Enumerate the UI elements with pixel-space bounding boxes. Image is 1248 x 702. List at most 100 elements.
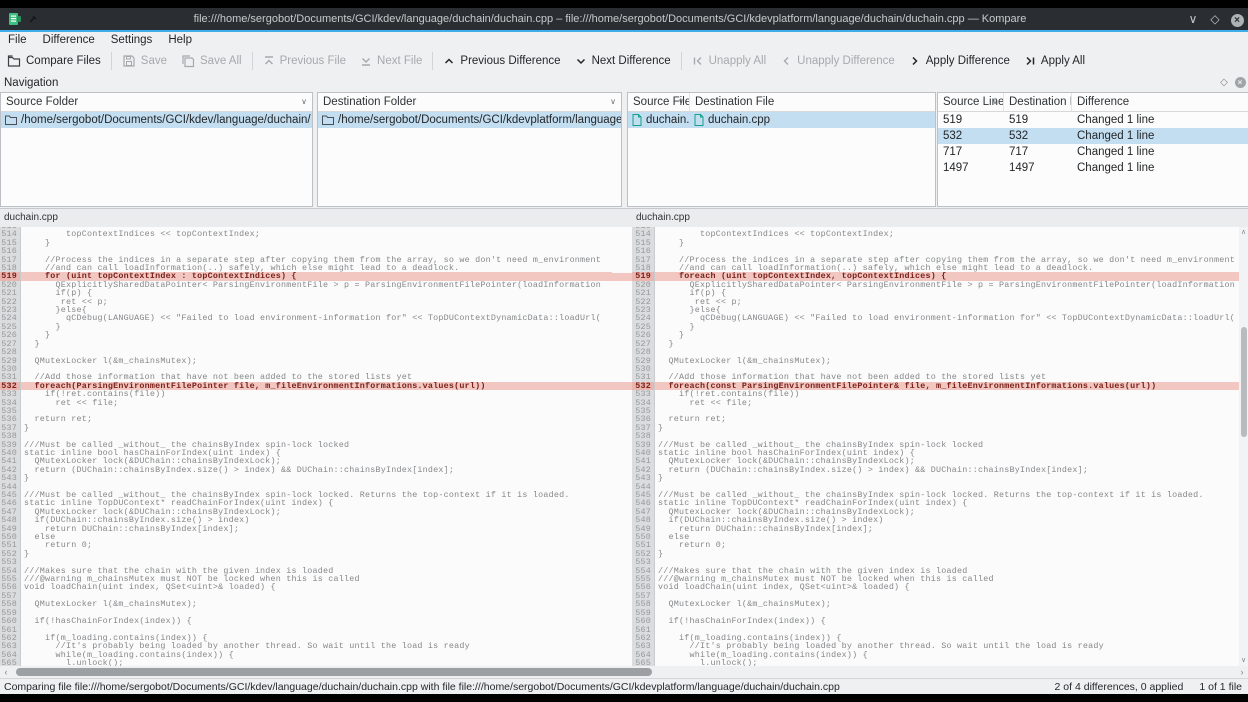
close-button[interactable]: ×	[1226, 10, 1248, 28]
code-text: static inline TopDUContext* readChainFor…	[655, 499, 1239, 507]
menu-item-file[interactable]: File	[0, 32, 35, 48]
difference-header[interactable]: Difference	[1072, 93, 1248, 111]
minimize-button[interactable]: ∨	[1182, 10, 1204, 28]
code-line-531: 531 //Add those information that have no…	[0, 373, 612, 381]
code-line-532[interactable]: 532 foreach(ParsingEnvironmentFilePointe…	[0, 382, 612, 390]
line-number: 539	[632, 441, 655, 449]
menu-item-settings[interactable]: Settings	[103, 32, 161, 48]
unapply-difference-button[interactable]: Unapply Difference	[773, 50, 902, 72]
line-number: 533	[0, 390, 21, 398]
code-line-543: 543}	[632, 474, 1239, 482]
line-number: 536	[0, 415, 21, 423]
difference-row-717[interactable]: 717717Changed 1 line	[938, 144, 1248, 160]
vertical-scrollbar-handle[interactable]	[1241, 327, 1247, 437]
code-line-540: 540static inline bool hasChainForIndex(u…	[632, 449, 1239, 457]
code-line-542: 542 return (DUChain::chainsByIndex.size(…	[632, 466, 1239, 474]
code-line-551: 551 return 0;	[632, 541, 1239, 549]
menu-item-difference[interactable]: Difference	[35, 32, 103, 48]
destination-folder-row[interactable]: /home/sergobot/Documents/GCI/kdevplatfor…	[318, 112, 621, 128]
apply-difference-button[interactable]: Apply Difference	[902, 50, 1017, 72]
code-line-519[interactable]: 519 for (uint topContextIndex : topConte…	[0, 272, 612, 280]
previous-file-button[interactable]: Previous File	[256, 50, 353, 72]
source-folder-list: Source Folder ∨ /home/sergobot/Documents…	[0, 92, 313, 207]
folder-icon	[322, 115, 334, 125]
source-folder-row[interactable]: /home/sergobot/Documents/GCI/kdev/langua…	[1, 112, 312, 128]
code-line-563: 563 //It's probably being loaded by anot…	[632, 642, 1239, 650]
code-line-521: 521 if(p) {	[632, 289, 1239, 297]
scroll-right-icon[interactable]: ›	[1236, 666, 1248, 678]
save-button[interactable]: Save	[115, 50, 174, 72]
vertical-scrollbar[interactable]: ∧ ∨	[1239, 227, 1248, 667]
line-number: 522	[632, 298, 655, 306]
code-text	[655, 348, 1239, 356]
unapply-all-button[interactable]: Unapply All	[685, 50, 774, 72]
difference-cell: 532	[938, 128, 1004, 144]
previous-difference-button[interactable]: Previous Difference	[436, 50, 567, 72]
code-line-533: 533 if(!ret.contains(file))	[0, 390, 612, 398]
next-file-button[interactable]: Next File	[353, 50, 429, 72]
source-folder-header[interactable]: Source Folder ∨	[1, 93, 312, 111]
toolbar-separator	[681, 52, 682, 70]
difference-cell: Changed 1 line	[1072, 128, 1248, 144]
code-text: return ret;	[655, 415, 1239, 423]
code-text: if(DUChain::chainsByIndex.size() > index…	[21, 516, 612, 524]
destination-file-header[interactable]: Destination File	[690, 93, 935, 111]
source-line-header[interactable]: Source Line ∨	[938, 93, 1004, 111]
code-line-545: 545///Must be called _without_ the chain…	[632, 491, 1239, 499]
difference-row-519[interactable]: 519519Changed 1 line	[938, 112, 1248, 128]
cpp-file-icon	[632, 114, 642, 126]
code-line-554: 554///Makes sure that the chain with the…	[0, 567, 612, 575]
navigation-dock-titlebar: Navigation ◇ ×	[0, 74, 1248, 92]
save-all-button[interactable]: Save All	[174, 50, 249, 72]
scroll-left-icon[interactable]: ‹	[0, 666, 12, 678]
next-difference-button[interactable]: Next Difference	[568, 50, 678, 72]
code-text: topContextIndices << topContextIndex;	[21, 230, 612, 238]
left-pane-title: duchain.cpp	[4, 209, 58, 227]
code-text: static inline bool hasChainForIndex(uint…	[655, 449, 1239, 457]
destination-line-header[interactable]: Destination Line	[1004, 93, 1072, 111]
file-row[interactable]: duchain.c... duchain.cpp	[628, 112, 935, 128]
line-number: 518	[0, 264, 21, 272]
line-number: 543	[632, 474, 655, 482]
horizontal-scrollbar[interactable]: ‹ ›	[0, 666, 1248, 678]
code-text: qCDebug(LANGUAGE) << "Failed to load env…	[21, 314, 612, 322]
code-text: foreach(ParsingEnvironmentFilePointer fi…	[21, 382, 612, 390]
code-line-532[interactable]: 532 foreach(const ParsingEnvironmentFile…	[632, 382, 1239, 390]
compare-files-button[interactable]: Compare Files	[0, 50, 108, 72]
line-number: 528	[0, 348, 21, 356]
minimize-icon: ∨	[1189, 12, 1198, 26]
difference-row-532[interactable]: 532532Changed 1 line	[938, 128, 1248, 144]
code-text: QExplicitlySharedDataPointer< ParsingEnv…	[655, 281, 1239, 289]
line-number: 552	[632, 550, 655, 558]
source-file-header[interactable]: Source File ∨	[628, 93, 690, 111]
line-number: 526	[0, 331, 21, 339]
code-line-542: 542 return (DUChain::chainsByIndex.size(…	[0, 466, 612, 474]
menu-item-help[interactable]: Help	[160, 32, 200, 48]
horizontal-scrollbar-handle[interactable]	[16, 668, 652, 676]
close-dock-button[interactable]: ×	[1232, 77, 1248, 88]
maximize-button[interactable]: ◇	[1204, 10, 1226, 28]
line-number: 525	[0, 323, 21, 331]
line-number: 532	[632, 382, 655, 390]
scroll-up-icon[interactable]: ∧	[1239, 227, 1248, 239]
code-line-558: 558 QMutexLocker l(&m_chainsMutex);	[632, 600, 1239, 608]
float-dock-button[interactable]: ◇	[1216, 77, 1232, 88]
code-text: ret << file;	[655, 399, 1239, 407]
line-number: 555	[632, 575, 655, 583]
code-line-555: 555///@warning m_chainsMutex must NOT be…	[632, 575, 1239, 583]
apply-all-button[interactable]: Apply All	[1017, 50, 1092, 72]
code-text: void loadChain(uint index, QSet<uint>& l…	[21, 583, 612, 591]
code-text: ret << file;	[21, 399, 612, 407]
destination-folder-header[interactable]: Destination Folder ∨	[318, 93, 621, 111]
code-line-519[interactable]: 519 foreach (uint topContextIndex, topCo…	[632, 272, 1239, 280]
code-line-561: 561	[0, 626, 612, 634]
line-number: 563	[0, 642, 21, 650]
code-line-552: 552}	[0, 550, 612, 558]
code-line-528: 528	[0, 348, 612, 356]
code-text	[655, 626, 1239, 634]
difference-row-1497[interactable]: 14971497Changed 1 line	[938, 160, 1248, 176]
code-line-524: 524 qCDebug(LANGUAGE) << "Failed to load…	[0, 314, 612, 322]
code-text	[21, 348, 612, 356]
titlebar: file:///home/sergobot/Documents/GCI/kdev…	[0, 8, 1248, 32]
code-line-527: 527 }	[0, 340, 612, 348]
